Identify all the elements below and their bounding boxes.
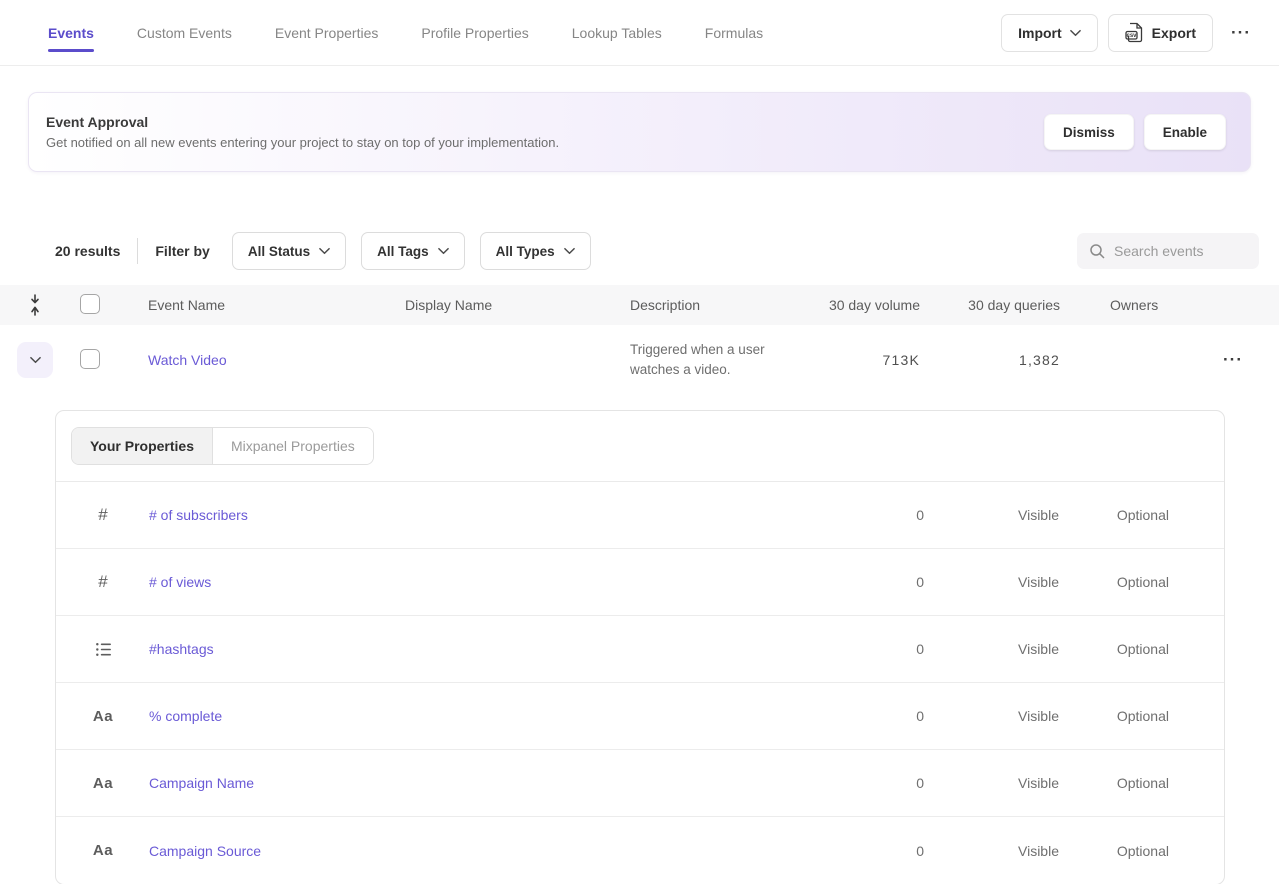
banner-actions: Dismiss Enable <box>1044 114 1226 150</box>
property-visibility: Visible <box>924 708 1059 724</box>
property-queries: 0 <box>834 708 924 724</box>
chevron-down-icon <box>30 356 41 364</box>
property-name-link[interactable]: Campaign Name <box>149 775 834 791</box>
chevron-down-icon <box>564 247 575 255</box>
export-button-label: Export <box>1152 25 1196 41</box>
property-requirement: Optional <box>1059 775 1169 791</box>
table-row: Watch Video Triggered when a user watche… <box>0 325 1279 395</box>
volume-cell: 713K <box>820 352 920 368</box>
chevron-down-icon <box>319 247 330 255</box>
types-filter-label: All Types <box>496 244 555 259</box>
row-overflow-menu-button[interactable]: ··· <box>1215 344 1251 376</box>
property-requirement: Optional <box>1059 708 1169 724</box>
table-header: Event Name Display Name Description 30 d… <box>0 285 1279 325</box>
event-approval-banner: Event Approval Get notified on all new e… <box>28 92 1251 172</box>
banner-description: Get notified on all new events entering … <box>46 135 559 150</box>
banner-title: Event Approval <box>46 114 559 130</box>
description-cell: Triggered when a user watches a video. <box>630 340 820 380</box>
results-count: 20 results <box>55 243 120 259</box>
chevron-down-icon <box>438 247 449 255</box>
list-type-icon <box>91 640 115 659</box>
property-name-link[interactable]: # of views <box>149 574 834 590</box>
row-checkbox[interactable] <box>80 349 100 369</box>
property-row: Aa Campaign Name 0 Visible Optional <box>56 750 1224 817</box>
svg-text:csv: csv <box>1126 33 1137 39</box>
top-nav-actions: Import csv Export ··· <box>1001 14 1259 52</box>
header-owners: Owners <box>1060 297 1200 313</box>
property-queries: 0 <box>834 775 924 791</box>
tab-custom-events[interactable]: Custom Events <box>137 0 232 65</box>
search-events-input[interactable] <box>1114 243 1247 259</box>
property-visibility: Visible <box>924 507 1059 523</box>
property-requirement: Optional <box>1059 843 1169 859</box>
nav-overflow-menu-button[interactable]: ··· <box>1223 17 1259 49</box>
property-requirement: Optional <box>1059 507 1169 523</box>
header-event-name: Event Name <box>131 297 405 313</box>
property-queries: 0 <box>834 574 924 590</box>
header-description: Description <box>630 297 820 313</box>
tab-profile-properties[interactable]: Profile Properties <box>421 0 528 65</box>
tab-events[interactable]: Events <box>48 0 94 65</box>
tab-your-properties[interactable]: Your Properties <box>72 428 213 464</box>
export-button[interactable]: csv Export <box>1108 14 1213 52</box>
property-name-link[interactable]: #hashtags <box>149 641 834 657</box>
status-filter-label: All Status <box>248 244 310 259</box>
top-nav: Events Custom Events Event Properties Pr… <box>0 0 1279 66</box>
text-type-icon: Aa <box>91 775 115 792</box>
import-button-label: Import <box>1018 25 1062 41</box>
property-row: #hashtags 0 Visible Optional <box>56 616 1224 683</box>
filter-bar: 20 results Filter by All Status All Tags… <box>55 232 1259 270</box>
property-requirement: Optional <box>1059 641 1169 657</box>
event-name-link[interactable]: Watch Video <box>148 352 227 368</box>
tab-event-properties[interactable]: Event Properties <box>275 0 379 65</box>
banner-text: Event Approval Get notified on all new e… <box>46 114 559 150</box>
text-type-icon: Aa <box>91 708 115 725</box>
property-visibility: Visible <box>924 843 1059 859</box>
property-queries: 0 <box>834 641 924 657</box>
select-all-checkbox[interactable] <box>80 294 100 314</box>
queries-cell: 1,382 <box>920 352 1060 368</box>
tab-mixpanel-properties[interactable]: Mixpanel Properties <box>213 428 373 464</box>
header-display-name: Display Name <box>405 297 630 313</box>
property-row: # # of views 0 Visible Optional <box>56 549 1224 616</box>
property-name-link[interactable]: % complete <box>149 708 834 724</box>
property-row: Aa Campaign Source 0 Visible Optional <box>56 817 1224 884</box>
types-filter-dropdown[interactable]: All Types <box>480 232 591 270</box>
tab-lookup-tables[interactable]: Lookup Tables <box>572 0 662 65</box>
property-visibility: Visible <box>924 775 1059 791</box>
property-row: # # of subscribers 0 Visible Optional <box>56 482 1224 549</box>
tags-filter-dropdown[interactable]: All Tags <box>361 232 465 270</box>
number-type-icon: # <box>91 505 115 525</box>
enable-button[interactable]: Enable <box>1144 114 1226 150</box>
csv-file-icon: csv <box>1125 22 1144 43</box>
number-type-icon: # <box>91 572 115 592</box>
tags-filter-label: All Tags <box>377 244 429 259</box>
nav-tabs: Events Custom Events Event Properties Pr… <box>48 0 763 65</box>
collapse-row-button[interactable] <box>17 342 53 378</box>
status-filter-dropdown[interactable]: All Status <box>232 232 346 270</box>
search-events-box[interactable] <box>1077 233 1259 269</box>
header-30-day-queries: 30 day queries <box>920 297 1060 313</box>
dismiss-button[interactable]: Dismiss <box>1044 114 1134 150</box>
divider <box>137 238 138 264</box>
import-button[interactable]: Import <box>1001 14 1098 52</box>
properties-tabs: Your Properties Mixpanel Properties <box>56 411 1224 482</box>
collapse-all-icon <box>28 294 42 316</box>
property-row: Aa % complete 0 Visible Optional <box>56 683 1224 750</box>
property-queries: 0 <box>834 507 924 523</box>
property-visibility: Visible <box>924 641 1059 657</box>
property-requirement: Optional <box>1059 574 1169 590</box>
property-queries: 0 <box>834 843 924 859</box>
properties-panel: Your Properties Mixpanel Properties # # … <box>55 410 1225 884</box>
header-30-day-volume: 30 day volume <box>820 297 920 313</box>
property-visibility: Visible <box>924 574 1059 590</box>
filter-by-label: Filter by <box>155 243 209 259</box>
property-name-link[interactable]: # of subscribers <box>149 507 834 523</box>
text-type-icon: Aa <box>91 842 115 859</box>
tab-formulas[interactable]: Formulas <box>705 0 763 65</box>
collapse-all-button[interactable] <box>17 287 53 323</box>
property-name-link[interactable]: Campaign Source <box>149 843 834 859</box>
chevron-down-icon <box>1070 29 1081 37</box>
search-icon <box>1089 243 1105 259</box>
